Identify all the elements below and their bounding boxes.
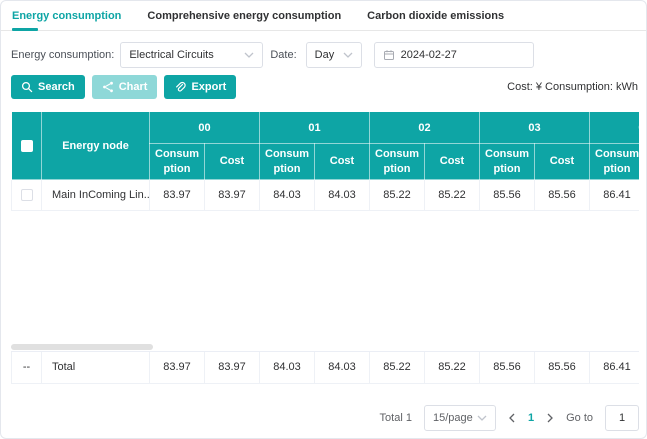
- consumption-value: 83.97: [150, 180, 205, 211]
- export-button[interactable]: Export: [164, 75, 236, 99]
- cost-value: 85.56: [535, 180, 590, 211]
- search-button-label: Search: [38, 81, 75, 93]
- goto-page-input[interactable]: [605, 405, 639, 431]
- calendar-icon: [383, 49, 395, 61]
- horizontal-scrollbar-track: [11, 343, 639, 351]
- tab-carbon-dioxide-emissions[interactable]: Carbon dioxide emissions: [367, 1, 504, 31]
- total-value: 86.41: [590, 352, 640, 383]
- tab-bar: Energy consumption Comprehensive energy …: [1, 1, 646, 31]
- cost-header-01: Cost: [315, 144, 370, 180]
- share-chart-icon: [102, 81, 114, 93]
- energy-consumption-panel: Energy consumption Comprehensive energy …: [0, 0, 647, 439]
- pagination: Total 1 15/page 1 Go to: [380, 405, 639, 431]
- consumption-header-01: Consumption: [260, 144, 315, 180]
- consumption-value: 86.41: [590, 180, 640, 211]
- cost-value: 83.97: [205, 180, 260, 211]
- units-legend: Cost: ¥ Consumption: kWh: [507, 81, 638, 93]
- total-row: -- Total83.9783.9784.0384.0385.2285.2285…: [12, 352, 640, 383]
- chevron-down-icon: [343, 52, 353, 58]
- total-value: 83.97: [150, 352, 205, 383]
- total-value: 83.97: [205, 352, 260, 383]
- energy-type-value: Electrical Circuits: [129, 49, 213, 61]
- row-checkbox[interactable]: [21, 189, 33, 201]
- cost-header-03: Cost: [535, 144, 590, 180]
- chevron-down-icon: [477, 415, 487, 421]
- consumption-value: 85.56: [480, 180, 535, 211]
- total-value: 85.56: [535, 352, 590, 383]
- energy-consumption-label: Energy consumption:: [11, 49, 114, 61]
- chevron-left-icon: [508, 413, 516, 423]
- chevron-down-icon: [244, 52, 254, 58]
- energy-table: Energy node0001020304ConsumptionCostCons…: [11, 111, 639, 211]
- period-select[interactable]: Day: [306, 42, 362, 68]
- page-number-1[interactable]: 1: [528, 412, 534, 424]
- total-prefix: --: [12, 352, 42, 383]
- total-table: -- Total83.9783.9784.0384.0385.2285.2285…: [11, 352, 639, 384]
- energy-table-area: Energy node0001020304ConsumptionCostCons…: [11, 111, 639, 384]
- date-picker[interactable]: 2024-02-27: [374, 42, 534, 68]
- chevron-right-icon: [546, 413, 554, 423]
- period-value: Day: [315, 49, 335, 61]
- pagination-total: Total 1: [380, 412, 412, 424]
- paperclip-icon: [174, 81, 186, 93]
- export-button-label: Export: [191, 81, 226, 93]
- consumption-header-04: Consumption: [590, 144, 640, 180]
- consumption-header-00: Consumption: [150, 144, 205, 180]
- total-row-wrap: -- Total83.9783.9784.0384.0385.2285.2285…: [11, 351, 639, 384]
- consumption-value: 84.03: [260, 180, 315, 211]
- horizontal-scrollbar-thumb[interactable]: [11, 344, 153, 350]
- date-label: Date:: [270, 49, 296, 61]
- hour-group-header-02: 02: [370, 112, 480, 144]
- toolbar: Search Chart Export Cost: ¥ Consumption:…: [11, 75, 638, 99]
- chart-button-label: Chart: [119, 81, 148, 93]
- total-value: 84.03: [260, 352, 315, 383]
- total-value: 85.56: [480, 352, 535, 383]
- energy-node-header: Energy node: [42, 112, 150, 180]
- select-all-checkbox[interactable]: [21, 140, 33, 152]
- total-value: 85.22: [425, 352, 480, 383]
- total-value: 84.03: [315, 352, 370, 383]
- consumption-value: 85.22: [370, 180, 425, 211]
- hour-group-header-00: 00: [150, 112, 260, 144]
- date-value: 2024-02-27: [401, 49, 457, 61]
- consumption-header-02: Consumption: [370, 144, 425, 180]
- table-row: Main InComing Lin...83.9783.9784.0384.03…: [12, 180, 640, 211]
- energy-node-name: Main InComing Lin...: [42, 180, 150, 211]
- table-scroll-viewport: Energy node0001020304ConsumptionCostCons…: [11, 111, 639, 343]
- goto-label: Go to: [566, 412, 593, 424]
- row-select-cell[interactable]: [12, 180, 42, 211]
- cost-header-02: Cost: [425, 144, 480, 180]
- filter-row: Energy consumption: Electrical Circuits …: [11, 42, 534, 68]
- total-value: 85.22: [370, 352, 425, 383]
- chart-button[interactable]: Chart: [92, 75, 158, 99]
- page-size-value: 15/page: [433, 412, 473, 424]
- search-icon: [21, 81, 33, 93]
- hour-group-header-03: 03: [480, 112, 590, 144]
- tab-energy-consumption[interactable]: Energy consumption: [12, 1, 121, 31]
- cost-value: 85.22: [425, 180, 480, 211]
- select-all-cell[interactable]: [12, 112, 42, 180]
- hour-group-header-01: 01: [260, 112, 370, 144]
- tab-comprehensive-energy-consumption[interactable]: Comprehensive energy consumption: [147, 1, 341, 31]
- total-label: Total: [42, 352, 150, 383]
- consumption-header-03: Consumption: [480, 144, 535, 180]
- prev-page-button[interactable]: [508, 413, 516, 423]
- page-size-select[interactable]: 15/page: [424, 405, 496, 431]
- next-page-button[interactable]: [546, 413, 554, 423]
- energy-type-select[interactable]: Electrical Circuits: [120, 42, 263, 68]
- cost-header-00: Cost: [205, 144, 260, 180]
- cost-value: 84.03: [315, 180, 370, 211]
- hour-group-header-04: 04: [590, 112, 640, 144]
- search-button[interactable]: Search: [11, 75, 85, 99]
